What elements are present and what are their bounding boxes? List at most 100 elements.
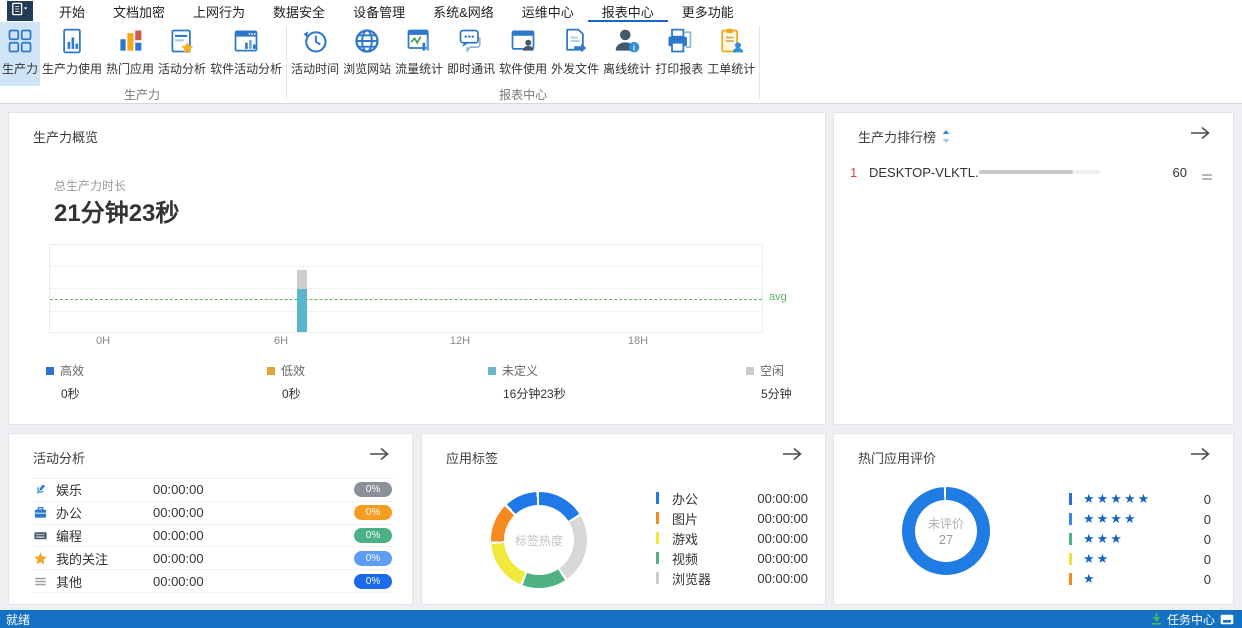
legend-tick (1069, 513, 1072, 525)
ribbon-button-label: 打印报表 (655, 62, 704, 76)
legend-value: 0秒 (61, 387, 80, 401)
doc-arrow-icon (560, 25, 590, 57)
activity-row-编程[interactable]: 编程 00:00:00 0% (33, 525, 394, 548)
ribbon-button-label: 软件活动分析 (210, 62, 283, 76)
menu-tab-报表中心[interactable]: 报表中心 (588, 0, 668, 22)
ribbon-button-活动分析[interactable]: 活动分析 (156, 22, 208, 86)
ribbon-button-label: 离线统计 (603, 62, 652, 76)
rating-row-1-star[interactable]: ★ 0 (1069, 569, 1211, 589)
star-rating-5: ★★★★★ (1083, 491, 1152, 506)
menu-lines-icon (33, 574, 48, 589)
stacked-bar-segment-空闲 (297, 270, 307, 289)
activity-list: 娱乐 00:00:00 0% 办公 00:00:00 0% 编程 00:00:00 0% 我的关注… (33, 478, 394, 593)
activity-label: 我的关注 (56, 551, 109, 567)
legend-tick (1069, 533, 1072, 545)
rank-number: 1 (850, 164, 858, 180)
ribbon-button-生产力使用[interactable]: 生产力使用 (40, 22, 104, 86)
rating-row-3-star[interactable]: ★★★ 0 (1069, 529, 1211, 549)
activity-row-办公[interactable]: 办公 00:00:00 0% (33, 502, 394, 525)
ribbon-button-即时通讯[interactable]: 即时通讯 (445, 22, 497, 86)
donut-center-label: 标签热度 (514, 533, 563, 548)
panel-title: 应用标签 (446, 451, 499, 466)
tag-legend-row-图片[interactable]: 图片 00:00:00 (656, 508, 808, 528)
score-progress-fill (979, 170, 1074, 174)
ribbon-group: 活动时间 浏览网站 流量统计 即时通讯 软件使用 外发文件 i 离线统计 打印报表 工单统计 报表中… (289, 22, 757, 103)
menu-tab-上网行为[interactable]: 上网行为 (179, 0, 259, 22)
ribbon-button-打印报表[interactable]: 打印报表 (653, 22, 705, 86)
ribbon-button-浏览网站[interactable]: 浏览网站 (341, 22, 393, 86)
clock-icon (300, 25, 330, 57)
ribbon-button-活动时间[interactable]: 活动时间 (289, 22, 341, 86)
tag-legend-row-办公[interactable]: 办公 00:00:00 (656, 488, 808, 508)
trend-flat-icon (1201, 168, 1213, 180)
sort-icon[interactable] (941, 130, 951, 143)
activity-percent-badge: 0% (354, 482, 392, 498)
x-axis-tick-label: 18H (627, 335, 649, 347)
menu-tab-文档加密[interactable]: 文档加密 (99, 0, 179, 22)
rating-count: 0 (1203, 551, 1211, 567)
ribbon-button-离线统计[interactable]: i 离线统计 (601, 22, 653, 86)
activity-percent-badge: 0% (354, 550, 392, 566)
app-icon (10, 1, 30, 22)
panel-title: 生产力排行榜 (858, 127, 951, 146)
legend-label-row: 低效 (267, 362, 305, 379)
total-productivity-value: 21分钟23秒 (54, 200, 180, 227)
ribbon-group: 生产力 生产力使用 热门应用 活动分析 软件活动分析 生产力 (0, 22, 284, 103)
activity-row-娱乐[interactable]: 娱乐 00:00:00 0% (33, 479, 394, 502)
tag-legend-row-浏览器[interactable]: 浏览器 00:00:00 (656, 568, 808, 588)
ranking-detail-arrow-button[interactable] (1189, 125, 1213, 143)
ribbon-toolbar: 生产力 生产力使用 热门应用 活动分析 软件活动分析 生产力 活动时间 浏览网站 流量统计 即时通… (0, 22, 1242, 104)
ribbon-button-label: 生产力 (2, 62, 39, 76)
rating-count: 0 (1203, 511, 1211, 527)
menu-tab-系统&网络[interactable]: 系统&网络 (419, 0, 508, 22)
menu-tab-更多功能[interactable]: 更多功能 (668, 0, 748, 22)
ribbon-button-生产力[interactable]: 生产力 (0, 22, 41, 86)
legend-color-swatch (488, 366, 496, 375)
clipboard-user-icon (716, 25, 746, 57)
activity-row-其他[interactable]: 其他 00:00:00 0% (33, 570, 394, 593)
tag-label: 办公 (672, 491, 699, 507)
app-tags-detail-arrow-button[interactable] (781, 446, 805, 464)
ribbon-button-热门应用[interactable]: 热门应用 (104, 22, 156, 86)
legend-value: 16分钟23秒 (503, 387, 566, 401)
panel-app-tags: 应用标签 标签热度 办公 00:00:00 图片 00:00:00 游戏 00:00:00… (421, 433, 826, 605)
menu-tab-开始[interactable]: 开始 (45, 0, 99, 22)
ribbon-button-label: 活动分析 (158, 62, 207, 76)
svg-text:i: i (633, 44, 635, 53)
download-icon (1151, 613, 1162, 625)
tag-legend-row-游戏[interactable]: 游戏 00:00:00 (656, 528, 808, 548)
ribbon-button-流量统计[interactable]: 流量统计 (393, 22, 445, 86)
star-rating-1: ★ (1083, 571, 1097, 586)
rating-row-5-star[interactable]: ★★★★★ 0 (1069, 489, 1211, 509)
chart-gridline (50, 266, 762, 267)
menu-tab-数据安全[interactable]: 数据安全 (259, 0, 339, 22)
productivity-timeline-chart (49, 244, 763, 333)
activity-label: 娱乐 (56, 483, 83, 499)
app-rating-detail-arrow-button[interactable] (1189, 446, 1213, 464)
task-center-button[interactable]: 任务中心 (1151, 611, 1234, 628)
menu-tab-设备管理[interactable]: 设备管理 (339, 0, 419, 22)
score-value: 60 (1172, 164, 1187, 180)
ribbon-button-软件活动分析[interactable]: 软件活动分析 (208, 22, 284, 86)
menu-tab-运维中心[interactable]: 运维中心 (508, 0, 588, 22)
microphone-icon (33, 482, 48, 497)
legend-tick (1069, 573, 1072, 585)
app-menu-button[interactable] (7, 1, 33, 21)
activity-label-group: 其他 (33, 572, 153, 591)
ribbon-button-软件使用[interactable]: 软件使用 (497, 22, 549, 86)
activity-detail-arrow-button[interactable] (368, 446, 392, 464)
rating-count: 0 (1203, 571, 1211, 587)
tray-window-icon[interactable] (1220, 614, 1234, 625)
rating-row-4-star[interactable]: ★★★★ 0 (1069, 509, 1211, 529)
tag-legend-row-视频[interactable]: 视频 00:00:00 (656, 548, 808, 568)
task-center-label: 任务中心 (1166, 612, 1215, 627)
tag-heat-donut-chart: 标签热度 (491, 492, 587, 588)
activity-row-我的关注[interactable]: 我的关注 00:00:00 0% (33, 547, 394, 571)
ranking-row[interactable]: 1 DESKTOP-VLKTL... 60 (834, 159, 1233, 185)
activity-label-group: 我的关注 (33, 549, 153, 568)
panel-title: 生产力概览 (33, 130, 99, 145)
ribbon-button-外发文件[interactable]: 外发文件 (549, 22, 601, 86)
rating-row-2-star[interactable]: ★★ 0 (1069, 549, 1211, 569)
ribbon-button-工单统计[interactable]: 工单统计 (705, 22, 757, 86)
printer-icon (664, 25, 694, 57)
